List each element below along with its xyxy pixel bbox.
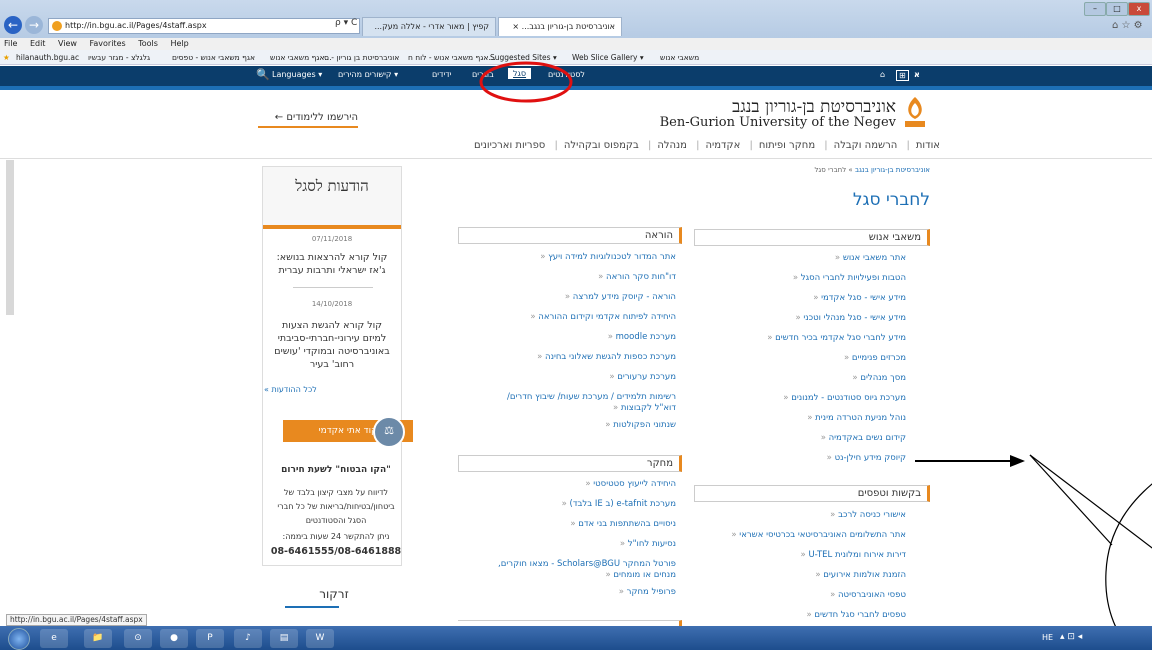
chrome-icon[interactable]: ● [160, 629, 188, 648]
app-icon-2[interactable]: ▤ [270, 629, 298, 648]
start-button[interactable] [8, 628, 30, 650]
tray-icons[interactable]: ▴ ⊡ ◂ [1060, 632, 1082, 642]
ie-icon[interactable]: e [40, 629, 68, 648]
powerpoint-icon[interactable]: P [196, 629, 224, 648]
word-icon[interactable]: W [306, 629, 334, 648]
media-icon[interactable]: ⊙ [124, 629, 152, 648]
app-icon[interactable]: ♪ [234, 629, 262, 648]
annotation-overlay [915, 454, 1152, 650]
explorer-icon[interactable]: 📁 [84, 629, 112, 648]
status-bar-url: http://in.bgu.ac.il/Pages/4staff.aspx [6, 614, 147, 626]
tray-language[interactable]: HE [1042, 633, 1053, 642]
taskbar: e 📁 ⊙ ● P ♪ ▤ W HE ▴ ⊡ ◂ [0, 626, 1152, 650]
